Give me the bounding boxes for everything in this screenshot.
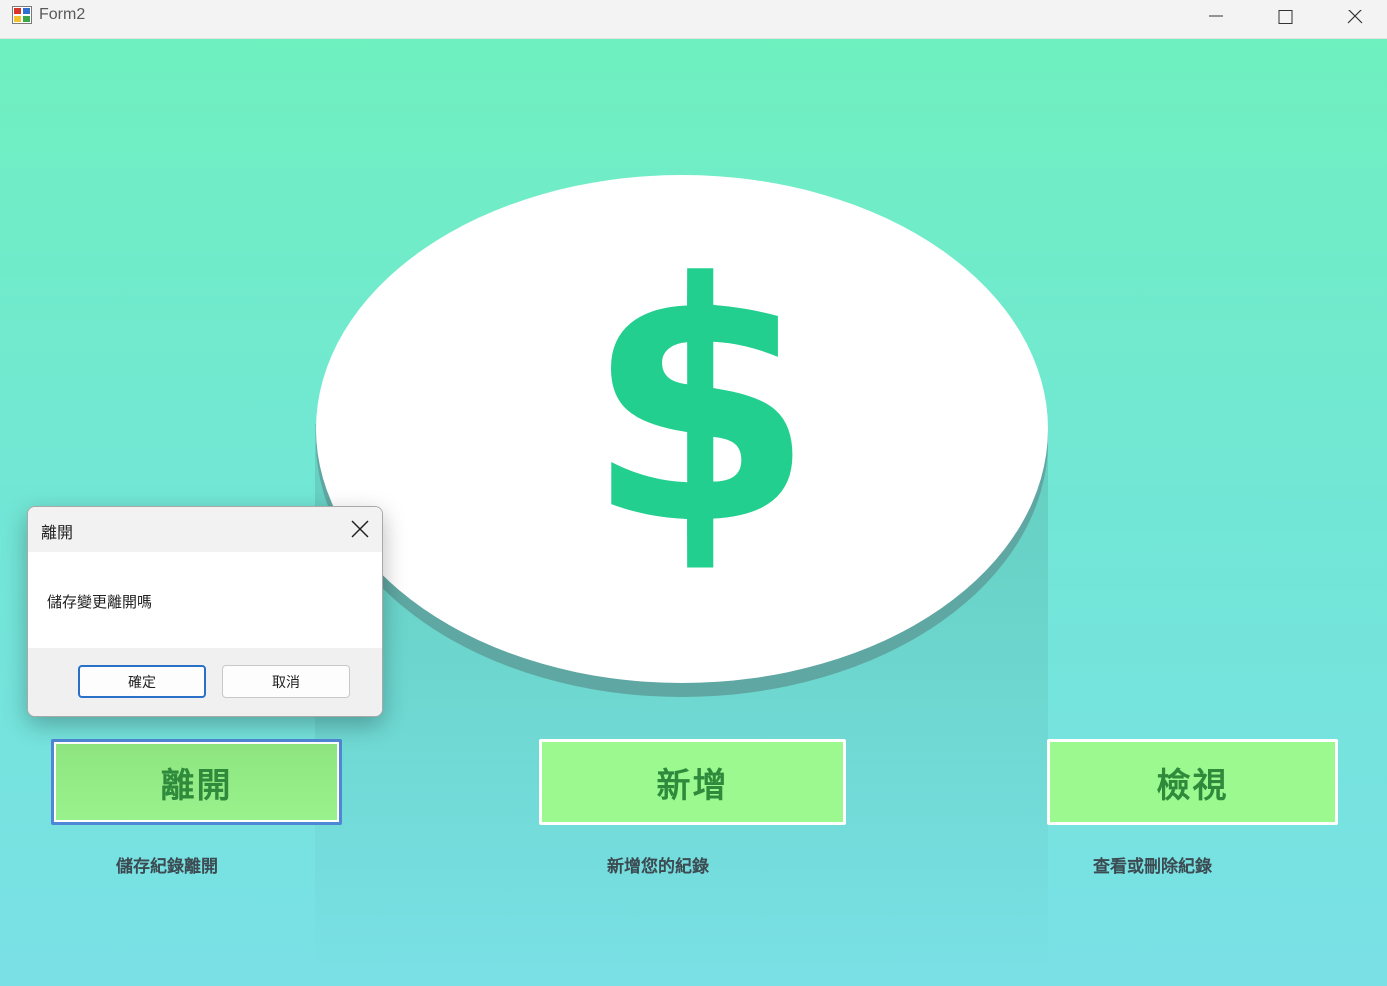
maximize-button[interactable] (1250, 0, 1320, 38)
dollar-sign-icon: $ (585, 213, 815, 597)
dialog-message: 儲存變更離開嗎 (47, 593, 153, 611)
view-button[interactable]: 檢視 (1047, 739, 1338, 825)
close-icon (1347, 10, 1363, 24)
dialog-close-button[interactable] (336, 507, 382, 552)
view-caption: 查看或刪除紀錄 (1093, 857, 1212, 877)
add-caption: 新增您的紀錄 (607, 857, 709, 877)
dialog-title: 離開 (41, 523, 74, 542)
title-bar: Form2 (0, 0, 1387, 39)
window-title: Form2 (39, 6, 86, 23)
cancel-button[interactable]: 取消 (222, 665, 350, 698)
close-button[interactable] (1320, 0, 1387, 38)
leave-caption: 儲存紀錄離開 (116, 857, 218, 877)
app-icon (12, 6, 32, 24)
leave-confirm-dialog: 離開 儲存變更離開嗎 確定 取消 (27, 506, 383, 717)
dialog-footer: 確定 取消 (28, 648, 382, 716)
dialog-title-bar: 離開 (28, 507, 382, 552)
maximize-icon (1278, 10, 1293, 24)
add-button[interactable]: 新增 (539, 739, 846, 825)
minimize-icon (1209, 15, 1223, 17)
ok-button[interactable]: 確定 (78, 665, 206, 698)
minimize-button[interactable] (1181, 0, 1251, 38)
leave-button[interactable]: 離開 (51, 739, 342, 825)
close-icon (351, 520, 369, 538)
